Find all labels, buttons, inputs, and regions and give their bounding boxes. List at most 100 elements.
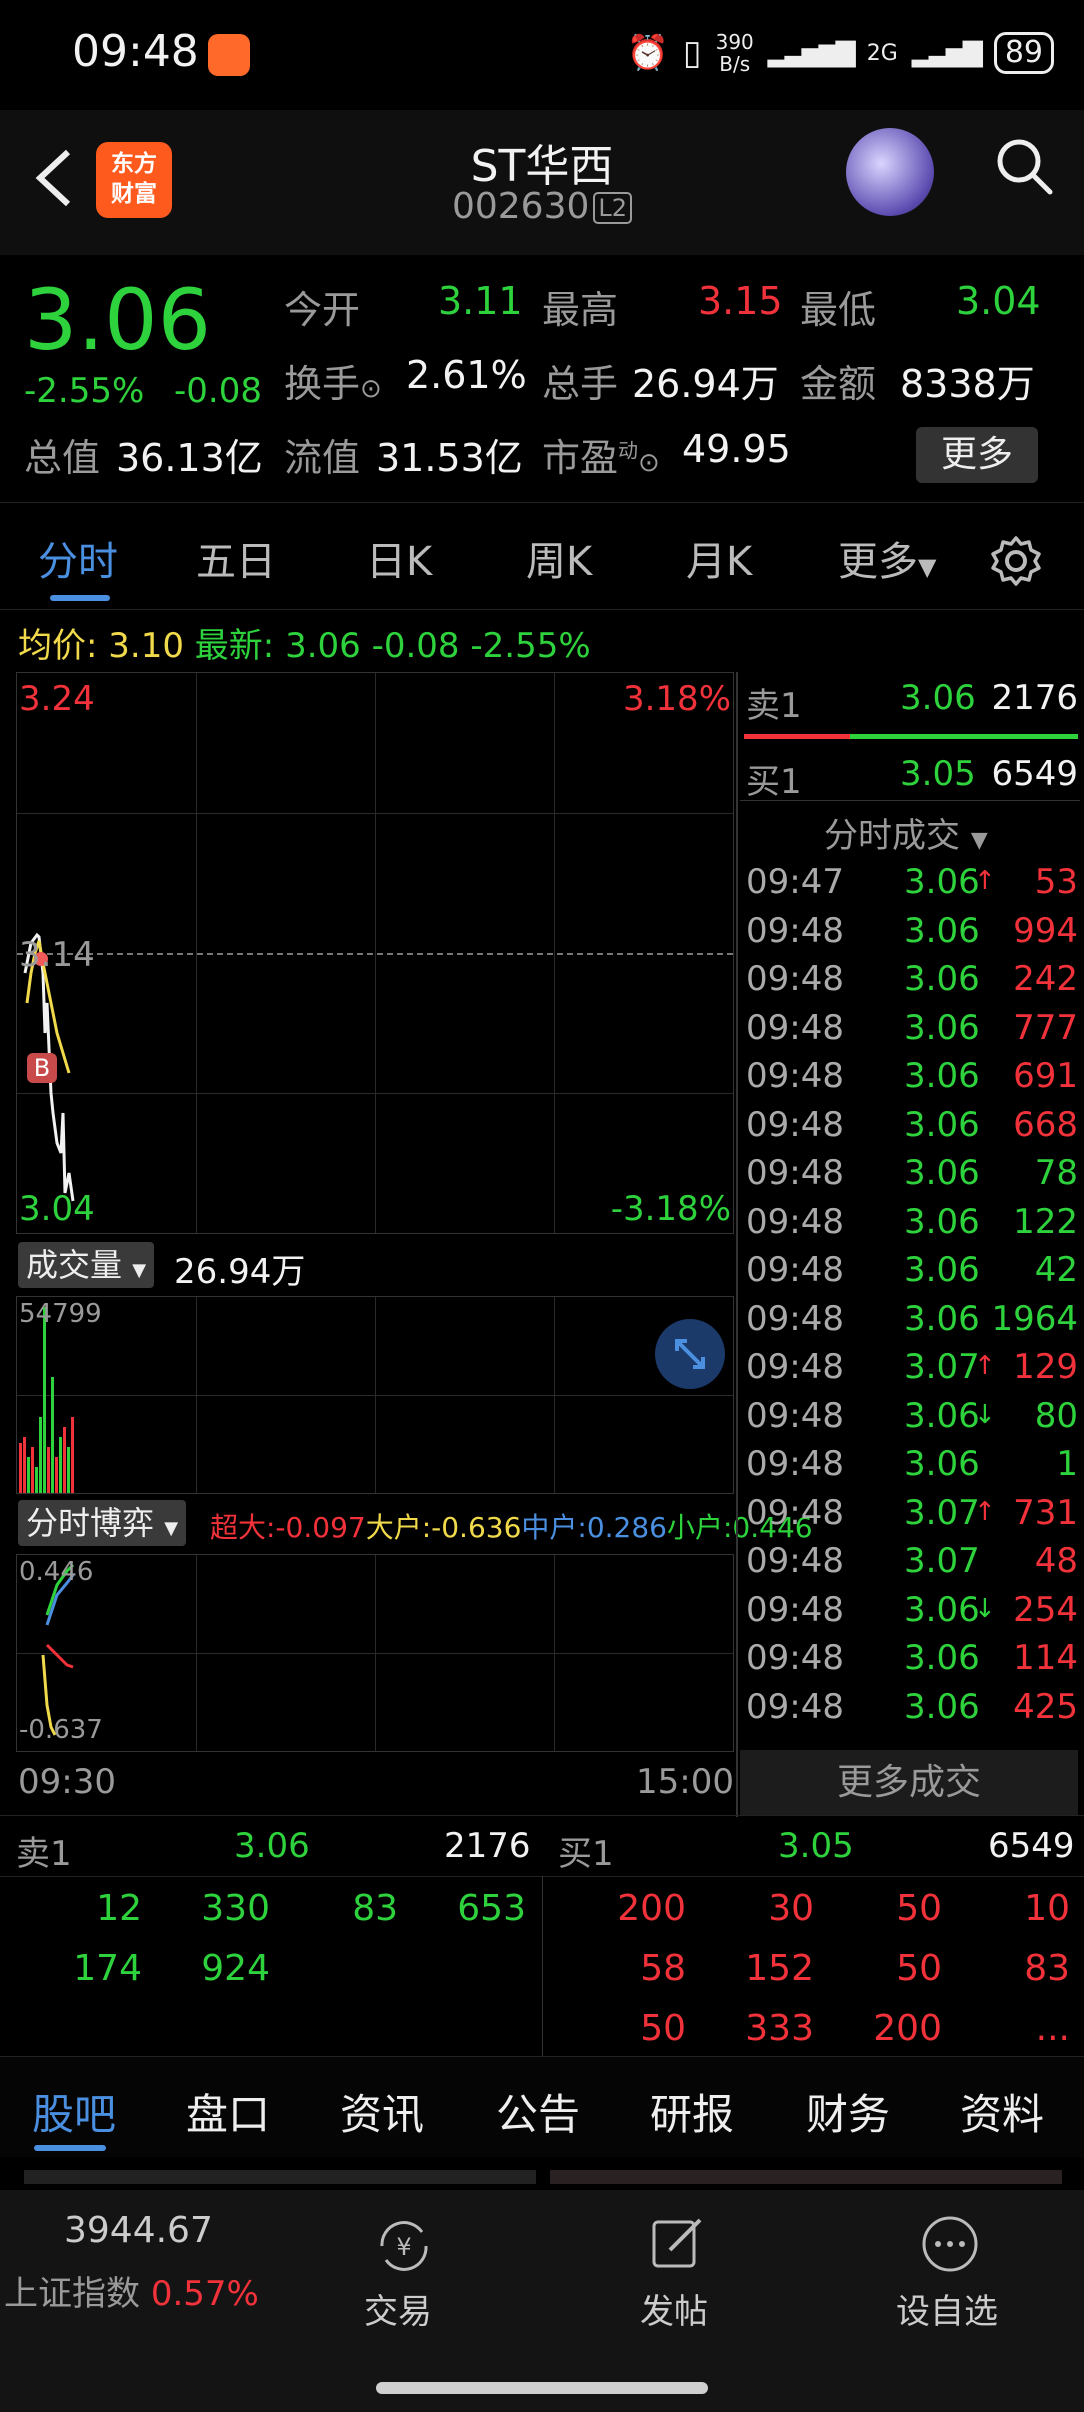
- y-axis-mid: 3.14: [19, 935, 95, 975]
- open-label: 今开: [284, 288, 361, 332]
- buy-queue-cell: 58: [640, 1948, 686, 1989]
- trade-volume: 129: [1013, 1347, 1078, 1387]
- trade-price: 3.06: [904, 1395, 980, 1436]
- trade-icon[interactable]: ¥: [372, 2216, 436, 2276]
- depth-buy-vol: 6549: [988, 1826, 1075, 1866]
- vibrate-icon: ▯: [682, 33, 702, 73]
- depth-sell-vol: 2176: [444, 1826, 531, 1866]
- volume-selector[interactable]: 成交量 ▼: [18, 1242, 155, 1288]
- buy-queue-cell: 50: [640, 2008, 686, 2049]
- more-quote-button[interactable]: 更多: [916, 427, 1038, 483]
- tab-weekly-k[interactable]: 周K: [526, 529, 592, 587]
- trade-time: 09:48: [746, 1395, 844, 1436]
- index-value[interactable]: 3944.67: [64, 2210, 213, 2251]
- trade-time: 09:48: [746, 1541, 844, 1581]
- trade-time: 09:48: [746, 1250, 844, 1290]
- more-trades-button[interactable]: 更多成交: [740, 1750, 1078, 1816]
- gear-icon[interactable]: [990, 535, 1042, 587]
- trade-price: 3.06: [904, 1007, 980, 1048]
- depth-buy-label: 买1: [558, 1834, 614, 1874]
- tab-daily-k[interactable]: 日K: [366, 529, 432, 587]
- trade-row: 09:48 3.06 777: [740, 1008, 1078, 1057]
- signal-icon: ▂▃▅▆▇: [767, 38, 856, 68]
- network-type: 2G: [866, 40, 898, 66]
- trade-time: 09:48: [746, 1347, 844, 1387]
- buy-queue-cell: 30: [768, 1888, 814, 1929]
- add-watchlist-icon[interactable]: [920, 2214, 980, 2274]
- intraday-chart[interactable]: B 3.24 3.18% 3.14 3.04 -3.18%: [16, 672, 734, 1234]
- capital-game-selector[interactable]: 分时博弈 ▼: [18, 1500, 187, 1546]
- trade-volume: 80: [1034, 1395, 1078, 1436]
- index-name[interactable]: 上证指数 0.57%: [4, 2266, 259, 2315]
- trade-row: 09:48 3.06 1: [740, 1444, 1078, 1493]
- trade-volume: 114: [1013, 1638, 1078, 1678]
- tab-profile[interactable]: 资料: [960, 2081, 1044, 2142]
- buy-queue-cell: 200: [617, 1888, 686, 1929]
- trade-volume: 53: [1034, 862, 1078, 902]
- quote-summary: 3.06 -2.55% -0.08 今开 3.11 最高 3.15 最低 3.0…: [0, 255, 1084, 500]
- trade-row: 09:48 3.06 691: [740, 1056, 1078, 1105]
- tab-pankou[interactable]: 盘口: [186, 2081, 270, 2142]
- tab-intraday[interactable]: 分时: [38, 529, 118, 587]
- tab-five-day[interactable]: 五日: [196, 529, 276, 587]
- trade-row: 09:48 3.06 425: [740, 1687, 1078, 1736]
- level2-badge: L2: [593, 192, 633, 224]
- y-axis-top-pct: 3.18%: [622, 679, 731, 719]
- buy-queue-cell: 152: [745, 1948, 814, 1989]
- trade-row: 09:48 3.07 48: [740, 1541, 1078, 1590]
- volume-chart[interactable]: 54799: [16, 1296, 734, 1494]
- order-book: 卖1 3.06 2176 买1 3.05 6549 分时成交 ▼ 09:47 3.…: [740, 672, 1084, 1817]
- add-watchlist-label[interactable]: 设自选: [896, 2284, 998, 2333]
- tab-news[interactable]: 资讯: [340, 2081, 424, 2142]
- trade-row: 09:47 3.06 ↑ 53: [740, 862, 1078, 911]
- buy-queue-cell: ...: [1035, 2008, 1070, 2049]
- sell-queue-cell: 83: [352, 1888, 398, 1929]
- up-arrow-icon: ↑: [974, 1496, 996, 1527]
- post-icon[interactable]: [650, 2214, 706, 2272]
- expand-chart-icon[interactable]: [655, 1319, 725, 1389]
- assistant-robot-icon[interactable]: [846, 128, 934, 216]
- buy1-label: 买1: [746, 762, 802, 802]
- content-card-preview: [24, 2170, 536, 2184]
- trade-row: 09:48 3.07 ↑ 731: [740, 1493, 1078, 1542]
- trade-volume: 691: [1013, 1056, 1078, 1096]
- volume-total: 26.94万: [174, 1252, 306, 1292]
- trade-label[interactable]: 交易: [364, 2284, 432, 2333]
- search-icon[interactable]: [994, 136, 1054, 196]
- trade-volume: 731: [1013, 1492, 1078, 1533]
- capital-flow-chart[interactable]: 0.446 -0.637: [16, 1554, 734, 1752]
- float-label: 流值: [284, 436, 361, 480]
- change-percent: -2.55%: [24, 371, 145, 411]
- bottom-nav: 3944.67 上证指数 0.57% ¥ 交易 发帖 设自选: [0, 2190, 1084, 2412]
- trade-time: 09:48: [746, 1589, 844, 1630]
- trade-time: 09:48: [746, 1201, 844, 1242]
- trade-row: 09:48 3.06 994: [740, 911, 1078, 960]
- y-axis-top: 3.24: [19, 679, 95, 719]
- volume-label: 总手: [542, 362, 619, 406]
- home-indicator[interactable]: [376, 2382, 708, 2394]
- content-card-preview: [550, 2170, 1062, 2184]
- buy-queue-cell: 83: [1024, 1948, 1070, 1989]
- trade-volume: 668: [1013, 1104, 1078, 1145]
- trade-price: 3.06: [904, 1250, 980, 1290]
- tab-announcements[interactable]: 公告: [496, 2081, 580, 2142]
- trades-title[interactable]: 分时成交 ▼: [824, 808, 988, 857]
- tab-more[interactable]: 更多▼: [838, 529, 936, 587]
- mcap-value: 36.13亿: [116, 436, 263, 480]
- tab-research[interactable]: 研报: [650, 2081, 734, 2142]
- buy1-price: 3.05: [900, 754, 976, 794]
- tab-monthly-k[interactable]: 月K: [686, 529, 752, 587]
- down-arrow-icon: ↓: [974, 1399, 996, 1430]
- high-value: 3.15: [698, 279, 783, 323]
- tab-guba[interactable]: 股吧: [32, 2081, 116, 2142]
- volume-bars: [19, 1307, 74, 1493]
- trade-row: 09:48 3.06 78: [740, 1153, 1078, 1202]
- trade-volume: 994: [1013, 910, 1078, 951]
- trade-price: 3.06: [904, 1686, 980, 1727]
- tab-finance[interactable]: 财务: [806, 2081, 890, 2142]
- trade-row: 09:48 3.06 114: [740, 1638, 1078, 1687]
- svg-text:¥: ¥: [396, 2233, 411, 2261]
- post-label[interactable]: 发帖: [640, 2284, 708, 2333]
- buy-sell-ratio-bar-buy: [850, 734, 1078, 739]
- amount-label: 金额: [800, 362, 877, 406]
